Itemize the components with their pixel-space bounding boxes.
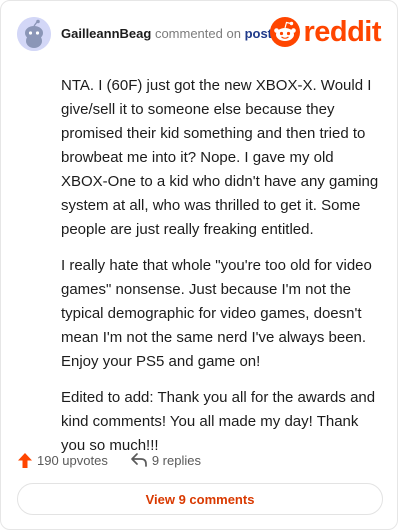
upvote-arrow-icon bbox=[18, 452, 32, 468]
view-comments-button[interactable]: View 9 comments bbox=[17, 483, 383, 515]
username-link[interactable]: GailleannBeag bbox=[61, 26, 151, 41]
comment-header: GailleannBeag commented on post reddit bbox=[17, 17, 381, 51]
comment-meta: GailleannBeag commented on post bbox=[61, 26, 272, 42]
comment-card: GailleannBeag commented on post reddit N… bbox=[0, 0, 398, 530]
post-link[interactable]: post bbox=[245, 26, 272, 41]
comment-paragraph: I really hate that whole "you're too old… bbox=[61, 257, 372, 370]
reddit-logo[interactable]: reddit bbox=[270, 17, 381, 47]
upvote-button[interactable]: 190 upvotes bbox=[17, 452, 108, 469]
reply-arrow-icon bbox=[130, 453, 147, 467]
snoo-avatar-icon bbox=[17, 17, 51, 51]
comment-body: NTA. I (60F) just got the new XBOX-X. Wo… bbox=[61, 74, 379, 470]
replies-button[interactable]: 9 replies bbox=[130, 452, 201, 468]
reddit-alien-icon bbox=[270, 17, 301, 47]
reddit-wordmark: reddit bbox=[303, 16, 381, 48]
action-text: commented on bbox=[154, 26, 241, 41]
replies-count: 9 replies bbox=[151, 452, 201, 468]
upvote-count: 190 upvotes bbox=[37, 452, 108, 468]
comment-footer: 190 upvotes 9 replies bbox=[17, 449, 201, 471]
user-avatar[interactable] bbox=[17, 17, 51, 51]
comment-paragraph: NTA. I (60F) just got the new XBOX-X. Wo… bbox=[61, 77, 379, 238]
comment-paragraph: Edited to add: Thank you all for the awa… bbox=[61, 389, 376, 454]
